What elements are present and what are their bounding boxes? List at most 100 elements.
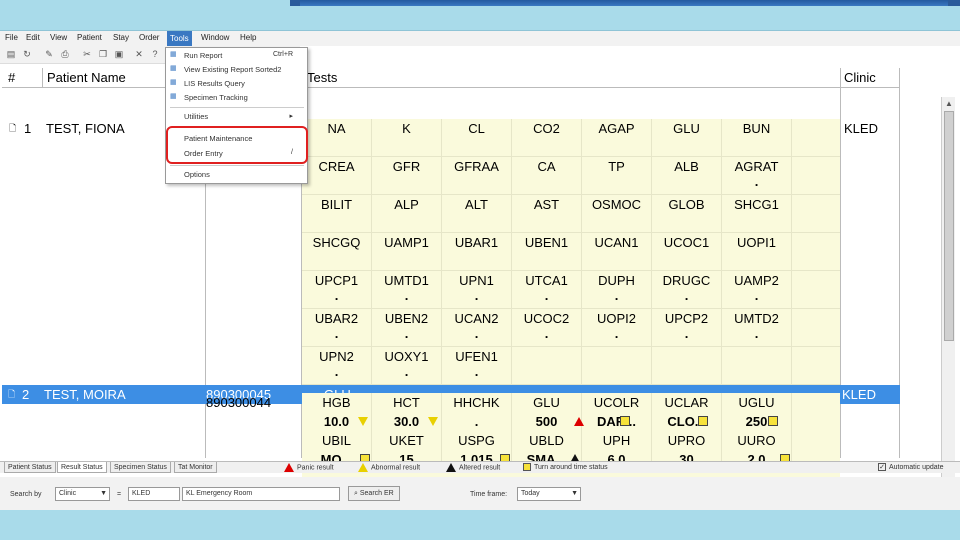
menu-order[interactable]: Order xyxy=(139,33,159,42)
test-cell[interactable]: HCT xyxy=(372,393,442,412)
open-icon[interactable]: ▤ xyxy=(6,49,16,59)
col-header-patient[interactable]: Patient Name xyxy=(47,70,126,85)
test-cell[interactable]: UCOC1 xyxy=(652,233,722,252)
test-cell[interactable]: CL xyxy=(442,119,512,138)
report-icon: ▦ xyxy=(170,51,177,58)
clinic-code-input[interactable]: KLED xyxy=(128,487,180,501)
test-cell[interactable]: UURO xyxy=(722,431,792,450)
test-cell[interactable]: GLU xyxy=(512,393,582,412)
test-cell[interactable]: CO2 xyxy=(512,119,582,138)
result-value[interactable]: 250 xyxy=(722,412,792,431)
test-cell[interactable]: USPG xyxy=(442,431,512,450)
test-cell[interactable]: GLOB xyxy=(652,195,722,214)
test-cell[interactable]: GFRAA xyxy=(442,157,512,176)
test-cell[interactable]: SHCG1 xyxy=(722,195,792,214)
time-frame-label: Time frame: xyxy=(470,491,508,498)
menu-item-run-report[interactable]: Run Report xyxy=(184,51,222,60)
menu-tools[interactable]: Tools xyxy=(167,31,192,46)
tab-patient-status[interactable]: Patient Status xyxy=(4,462,56,473)
test-cell[interactable]: GLU xyxy=(652,119,722,138)
help-icon[interactable]: ? xyxy=(150,49,160,59)
test-cell[interactable]: UGLU xyxy=(722,393,792,412)
menu-view[interactable]: View xyxy=(50,33,67,42)
test-cell[interactable]: UCAN1 xyxy=(582,233,652,252)
test-cell[interactable]: HGB xyxy=(302,393,372,412)
menu-edit[interactable]: Edit xyxy=(26,33,40,42)
checkbox-icon[interactable]: ✓ xyxy=(878,463,886,471)
tests-block-patient1: NA K CL CO2 AGAP GLU BUN CREA GFR GFRAA CA TP ALB AGR… xyxy=(302,119,840,402)
test-cell[interactable] xyxy=(652,347,722,366)
test-cell[interactable]: CREA xyxy=(302,157,372,176)
menu-file[interactable]: File xyxy=(5,33,18,42)
result-value[interactable]: 500 xyxy=(512,412,582,431)
test-cell[interactable]: TP xyxy=(582,157,652,176)
vertical-scrollbar[interactable]: ▲ ▼ xyxy=(941,97,955,491)
print-icon[interactable]: ⎙ xyxy=(60,49,70,59)
menu-window[interactable]: Window xyxy=(201,33,229,42)
time-frame-select[interactable]: Today ▼ xyxy=(517,487,581,501)
tab-specimen-status[interactable]: Specimen Status xyxy=(110,462,171,473)
test-cell[interactable]: UBLD xyxy=(512,431,582,450)
test-cell[interactable] xyxy=(512,347,582,366)
test-cell[interactable]: BUN xyxy=(722,119,792,138)
clinic-code: KLED xyxy=(844,121,878,136)
menu-item-view-report[interactable]: View Existing Report Sorted2 xyxy=(184,65,281,74)
menu-item-utilities[interactable]: Utilities xyxy=(184,112,208,121)
menu-help[interactable]: Help xyxy=(240,33,256,42)
edit-icon[interactable]: ✎ xyxy=(44,49,54,59)
test-cell[interactable]: UPH xyxy=(582,431,652,450)
patient-name[interactable]: TEST, MOIRA xyxy=(44,387,126,402)
patient-name[interactable]: TEST, FIONA xyxy=(46,121,125,136)
menu-item-lis-query[interactable]: LIS Results Query xyxy=(184,79,245,88)
test-cell[interactable]: ALT xyxy=(442,195,512,214)
scroll-thumb[interactable] xyxy=(944,111,954,341)
test-cell[interactable]: UAMP1 xyxy=(372,233,442,252)
test-cell[interactable]: OSMOC xyxy=(582,195,652,214)
tab-tat-monitor[interactable]: Tat Monitor xyxy=(174,462,217,473)
refresh-icon[interactable]: ↻ xyxy=(22,49,32,59)
test-cell[interactable]: UCOLR xyxy=(582,393,652,412)
test-cell[interactable]: UBEN1 xyxy=(512,233,582,252)
test-cell[interactable]: UCLAR xyxy=(652,393,722,412)
paste-icon[interactable]: ▣ xyxy=(114,49,124,59)
app-window: File Edit View Patient Stay Order Tools … xyxy=(0,30,960,510)
tab-result-status[interactable]: Result Status xyxy=(57,462,107,473)
test-cell[interactable]: AGAP xyxy=(582,119,652,138)
menu-stay[interactable]: Stay xyxy=(113,33,129,42)
copy-icon[interactable]: ❐ xyxy=(98,49,108,59)
test-cell[interactable]: ALP xyxy=(372,195,442,214)
test-cell[interactable]: BILIT xyxy=(302,195,372,214)
test-cell[interactable]: GFR xyxy=(372,157,442,176)
test-cell[interactable] xyxy=(582,347,652,366)
test-cell[interactable]: AST xyxy=(512,195,582,214)
result-value[interactable]: DAR... xyxy=(582,412,652,431)
test-cell[interactable]: UKET xyxy=(372,431,442,450)
menu-patient[interactable]: Patient xyxy=(77,33,102,42)
test-cell[interactable] xyxy=(722,347,792,366)
result-dot xyxy=(582,214,652,233)
close-icon[interactable]: ✕ xyxy=(134,49,144,59)
test-cell[interactable]: NA xyxy=(302,119,372,138)
test-cell[interactable]: UBIL xyxy=(302,431,372,450)
query-icon: ▦ xyxy=(170,79,177,86)
result-value[interactable]: CLO... xyxy=(652,412,722,431)
test-cell[interactable]: K xyxy=(372,119,442,138)
col-header-clinic[interactable]: Clinic xyxy=(844,70,876,85)
auto-update-checkbox[interactable]: ✓ Automatic update xyxy=(878,463,943,471)
test-cell[interactable]: HHCHK xyxy=(442,393,512,412)
test-cell[interactable]: UPRO xyxy=(652,431,722,450)
search-by-select[interactable]: Clinic ▼ xyxy=(55,487,110,501)
col-header-tests[interactable]: Tests xyxy=(307,70,337,85)
test-cell[interactable]: CA xyxy=(512,157,582,176)
result-value[interactable]: . xyxy=(442,412,512,431)
menu-item-options[interactable]: Options xyxy=(184,170,210,179)
search-button[interactable]: ⌕ Search ER xyxy=(348,486,400,501)
test-cell[interactable]: UBAR1 xyxy=(442,233,512,252)
test-cell[interactable]: UOPI1 xyxy=(722,233,792,252)
menu-item-specimen-tracking[interactable]: Specimen Tracking xyxy=(184,93,248,102)
scroll-up-icon[interactable]: ▲ xyxy=(944,99,954,109)
test-cell[interactable]: ALB xyxy=(652,157,722,176)
col-header-num[interactable]: # xyxy=(8,70,15,85)
test-cell[interactable]: SHCGQ xyxy=(302,233,372,252)
cut-icon[interactable]: ✂ xyxy=(82,49,92,59)
